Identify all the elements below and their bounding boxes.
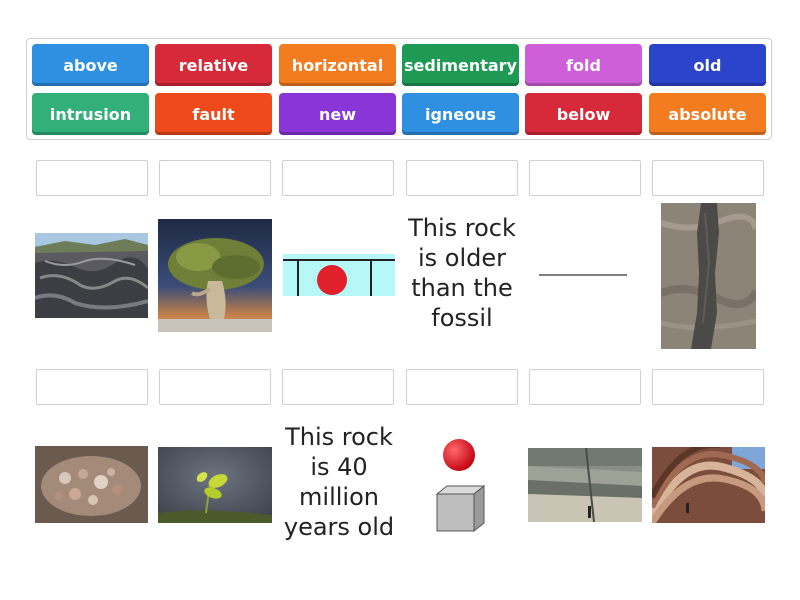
tile-relative[interactable]: relative bbox=[155, 44, 272, 86]
sphere-cube-diagram-image bbox=[432, 436, 488, 536]
drop-slot[interactable] bbox=[529, 369, 641, 405]
layer-diagram-image bbox=[283, 254, 395, 296]
tile-sedimentary[interactable]: sedimentary bbox=[402, 44, 519, 86]
drop-slot[interactable] bbox=[282, 369, 394, 405]
drop-slot[interactable] bbox=[159, 160, 271, 196]
seedling-image bbox=[158, 447, 272, 523]
word-bank: above relative horizontal sedimentary fo… bbox=[26, 38, 772, 140]
drop-slot[interactable] bbox=[406, 160, 518, 196]
tile-below[interactable]: below bbox=[525, 93, 642, 135]
tile-above[interactable]: above bbox=[32, 44, 149, 86]
dike-intrusion-image bbox=[661, 203, 756, 349]
tile-horizontal[interactable]: horizontal bbox=[279, 44, 396, 86]
tile-fold[interactable]: fold bbox=[525, 44, 642, 86]
tile-fault[interactable]: fault bbox=[155, 93, 272, 135]
drop-slot[interactable] bbox=[406, 369, 518, 405]
prompt-card-text: This rock is older than the fossil bbox=[408, 214, 516, 332]
drop-slot[interactable] bbox=[652, 160, 764, 196]
drop-slot[interactable] bbox=[36, 160, 148, 196]
drop-slot[interactable] bbox=[652, 369, 764, 405]
tile-intrusion[interactable]: intrusion bbox=[32, 93, 149, 135]
drop-slot[interactable] bbox=[159, 369, 271, 405]
drop-slot[interactable] bbox=[529, 160, 641, 196]
line-image bbox=[539, 266, 627, 278]
tile-absolute[interactable]: absolute bbox=[649, 93, 766, 135]
fault-layers-image bbox=[528, 448, 642, 522]
tile-old[interactable]: old bbox=[649, 44, 766, 86]
drop-slot[interactable] bbox=[282, 160, 394, 196]
conglomerate-rock-image bbox=[35, 446, 148, 523]
drop-slot[interactable] bbox=[36, 369, 148, 405]
prompt-card-text: This rock is 40 million years old bbox=[283, 423, 395, 541]
tile-igneous[interactable]: igneous bbox=[402, 93, 519, 135]
folded-rock-image bbox=[652, 447, 765, 523]
tile-new[interactable]: new bbox=[279, 93, 396, 135]
lava-field-image bbox=[35, 233, 148, 318]
bristlecone-tree-image bbox=[158, 219, 272, 332]
